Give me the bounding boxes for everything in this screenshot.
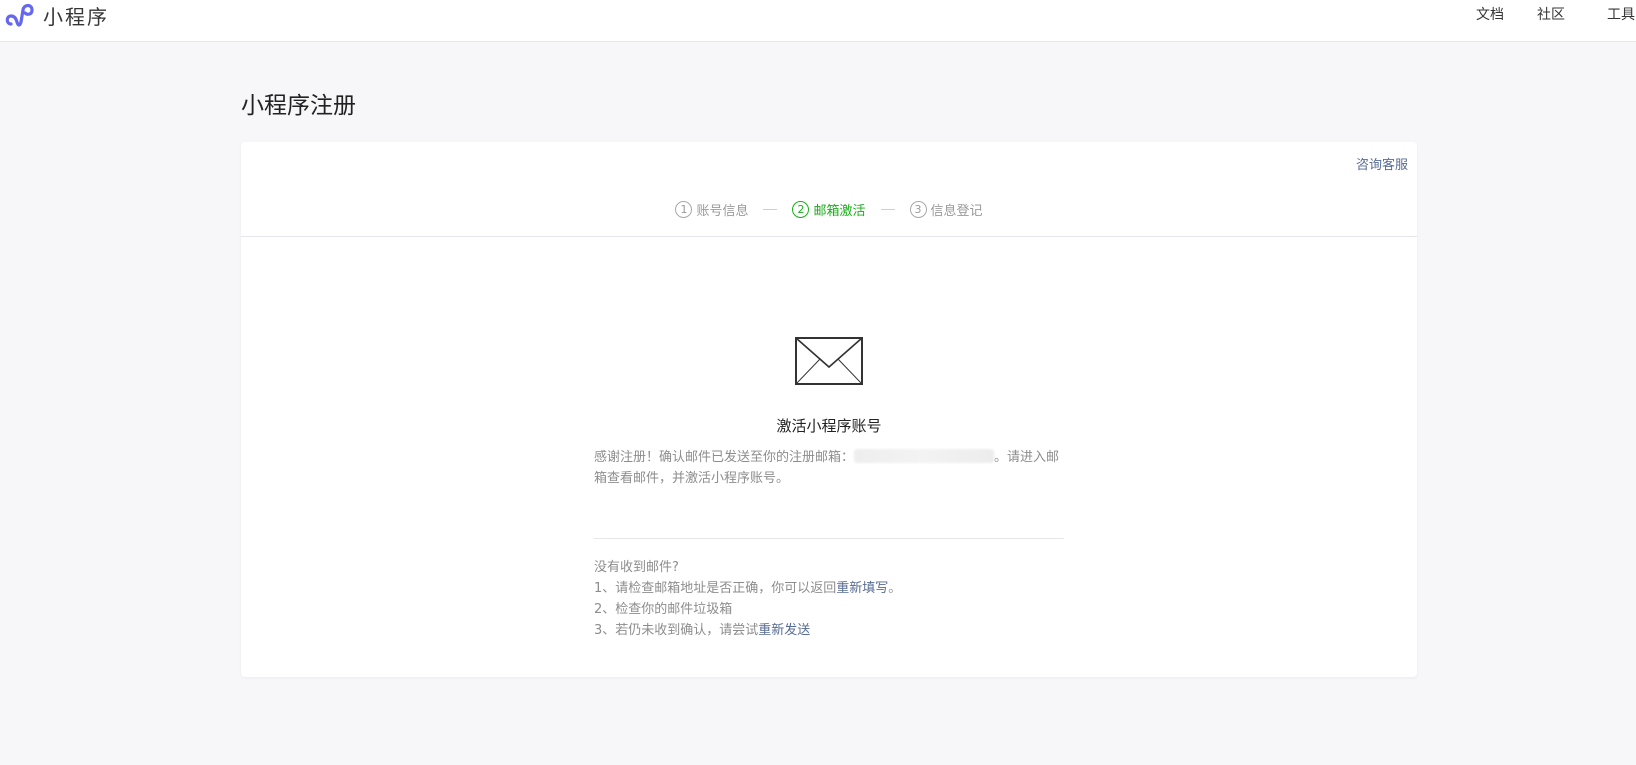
step-number: 1 [675,201,693,218]
step-separator [763,209,778,210]
help-question: 没有收到邮件? [594,560,679,575]
step-info-registration: 3 信息登记 [909,200,983,219]
refill-link[interactable]: 重新填写 [836,581,888,596]
help-item-1: 1、请检查邮箱地址是否正确，你可以返回重新填写。 [594,578,1064,599]
help-item-1-suffix: 。 [888,581,902,596]
help-divider [594,538,1064,539]
help-item-1-text: 1、请检查邮箱地址是否正确，你可以返回 [594,581,837,596]
help-item-3: 3、若仍未收到确认，请尝试重新发送 [594,620,1064,641]
step-label: 账号信息 [696,204,749,219]
step-number: 2 [792,201,810,218]
step-separator [880,209,895,210]
step-email-activation: 2 邮箱激活 [792,200,866,219]
top-navigation-bar: 小程序 文档 社区 工具 [0,0,1636,42]
step-label: 邮箱激活 [813,204,866,219]
nav-docs-link[interactable]: 文档 [1476,4,1504,24]
page-title: 小程序注册 [241,93,356,119]
masked-email [854,449,995,463]
intro-text-before: 感谢注册！确认邮件已发送至你的注册邮箱： [594,450,855,465]
confirmation-message: 感谢注册！确认邮件已发送至你的注册邮箱： 。请进入邮箱查看邮件，并激活小程序账号。 [594,447,1064,489]
help-item-2: 2、检查你的邮件垃圾箱 [594,602,733,617]
nav-community-link[interactable]: 社区 [1537,4,1565,24]
registration-steps: 1 账号信息 2 邮箱激活 3 信息登记 [241,200,1417,219]
step-account-info: 1 账号信息 [675,200,748,219]
nav-tools-link[interactable]: 工具 [1607,4,1635,24]
envelope-icon [795,337,863,385]
consult-support-link[interactable]: 咨询客服 [1356,154,1408,173]
help-item-3-text: 3、若仍未收到确认，请尝试 [594,623,759,638]
brand-name: 小程序 [43,4,109,29]
resend-link[interactable]: 重新发送 [758,623,810,638]
brand[interactable]: 小程序 [5,0,109,30]
steps-divider [241,236,1417,237]
activate-title: 激活小程序账号 [776,417,882,435]
registration-card: 咨询客服 1 账号信息 2 邮箱激活 3 信息登记 激活小程序账号 感谢注册！确… [241,142,1417,677]
mini-program-logo-icon [5,3,34,27]
step-label: 信息登记 [930,204,983,219]
step-number: 3 [909,201,927,218]
help-section: 没有收到邮件? 1、请检查邮箱地址是否正确，你可以返回重新填写。 2、检查你的邮… [594,557,1064,641]
